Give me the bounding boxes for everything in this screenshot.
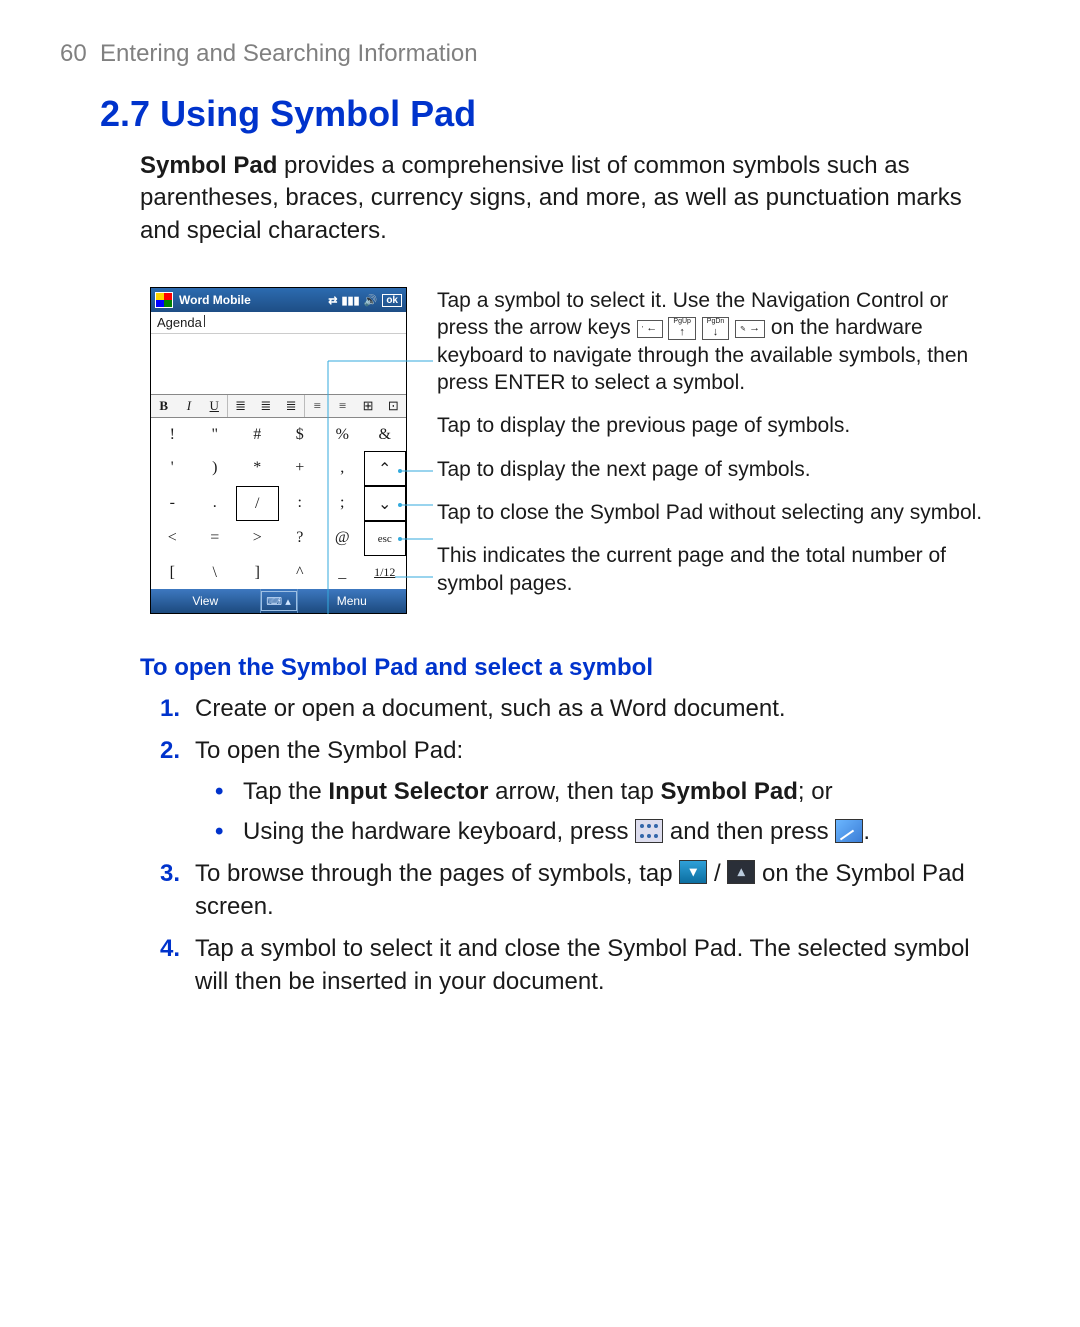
symbol-key[interactable]: \ xyxy=(194,556,237,589)
symbol-key[interactable]: " xyxy=(194,418,237,451)
symbol-key[interactable]: & xyxy=(364,418,407,451)
list-button-2[interactable]: ≡ xyxy=(330,398,355,414)
device-screenshot: Word Mobile ⇄ ▮▮▮ 🔊 ok Agenda B I U ≣ ≣ … xyxy=(150,287,407,614)
callout-page-indicator: This indicates the current page and the … xyxy=(437,542,990,597)
symbol-key[interactable]: < xyxy=(151,521,194,554)
indent-out-button[interactable]: ⊞ xyxy=(355,398,380,414)
align-left-button[interactable]: ≣ xyxy=(228,398,253,414)
app-title: Word Mobile xyxy=(179,293,251,307)
step-num: 1. xyxy=(160,692,180,726)
symbol-grid: ! " # $ % & ' ) * + , ⌃ - . / : ; ⌄ xyxy=(151,418,406,589)
start-icon[interactable] xyxy=(155,292,173,308)
symbol-key[interactable]: ; xyxy=(321,486,364,519)
agenda-field[interactable]: Agenda xyxy=(151,312,406,334)
symbol-key[interactable]: . xyxy=(194,486,237,519)
procedure-heading: To open the Symbol Pad and select a symb… xyxy=(140,654,990,682)
input-selector-button[interactable]: ⌨ ▴ xyxy=(261,591,297,611)
format-toolbar: B I U ≣ ≣ ≣ ≡ ≡ ⊞ ⊡ xyxy=(151,394,406,418)
symbol-key[interactable]: _ xyxy=(321,556,364,589)
symbol-key[interactable]: ] xyxy=(236,556,279,589)
symbol-key[interactable]: ^ xyxy=(279,556,322,589)
intro-paragraph: Symbol Pad provides a comprehensive list… xyxy=(140,150,990,247)
callout-next-page: Tap to display the next page of symbols. xyxy=(437,456,990,483)
softkey-right[interactable]: Menu xyxy=(298,594,407,608)
align-center-button[interactable]: ≣ xyxy=(253,398,278,414)
softkey-left[interactable]: View xyxy=(151,594,260,608)
italic-button[interactable]: I xyxy=(176,398,201,414)
callout-select-symbol: Tap a symbol to select it. Use the Navig… xyxy=(437,287,990,396)
intro-bold: Symbol Pad xyxy=(140,152,277,179)
callout-close-pad: Tap to close the Symbol Pad without sele… xyxy=(437,499,990,526)
speaker-icon: 🔊 xyxy=(364,294,378,307)
page-up-button[interactable]: ⌃ xyxy=(364,451,407,486)
keyboard-icon xyxy=(635,819,663,843)
symbol-key[interactable]: ! xyxy=(151,418,194,451)
step-3: 3. To browse through the pages of symbol… xyxy=(160,857,990,924)
bullet-hardware-keyboard: Using the hardware keyboard, press and t… xyxy=(215,815,990,849)
arrow-pgdn-key: PgDn↓ xyxy=(702,317,730,340)
symbol-key[interactable]: ) xyxy=(194,451,237,484)
page-down-icon: ▾ xyxy=(679,860,707,884)
device-titlebar: Word Mobile ⇄ ▮▮▮ 🔊 ok xyxy=(151,288,406,312)
sync-icon: ⇄ xyxy=(328,294,337,307)
symbol-key[interactable]: + xyxy=(279,451,322,484)
page-number: 60 xyxy=(60,40,87,67)
step-text: Create or open a document, such as a Wor… xyxy=(195,695,786,722)
step-text: To open the Symbol Pad: xyxy=(195,737,463,764)
list-button-1[interactable]: ≡ xyxy=(305,398,330,414)
step-4: 4. Tap a symbol to select it and close t… xyxy=(160,932,990,999)
step2-bullets: Tap the Input Selector arrow, then tap S… xyxy=(215,775,990,848)
symbol-key[interactable]: % xyxy=(321,418,364,451)
section-name: Using Symbol Pad xyxy=(160,93,476,134)
page-up-icon: ▴ xyxy=(727,860,755,884)
symbol-key[interactable]: @ xyxy=(321,521,364,554)
symbol-key[interactable]: : xyxy=(279,486,322,519)
document-area[interactable] xyxy=(151,334,406,394)
indent-in-button[interactable]: ⊡ xyxy=(381,398,406,414)
bold-button[interactable]: B xyxy=(151,398,176,414)
step-text: Tap a symbol to select it and close the … xyxy=(195,935,970,996)
symbol-key[interactable]: = xyxy=(194,521,237,554)
signal-icon: ▮▮▮ xyxy=(341,294,359,307)
arrow-left-key: ' ← xyxy=(637,320,663,338)
callout-column: Tap a symbol to select it. Use the Navig… xyxy=(437,287,990,614)
underline-button[interactable]: U xyxy=(202,398,227,414)
step-num: 3. xyxy=(160,857,180,891)
align-right-button[interactable]: ≣ xyxy=(278,398,303,414)
steps-list: 1. Create or open a document, such as a … xyxy=(160,692,990,999)
section-title: 2.7 Using Symbol Pad xyxy=(100,93,990,135)
device-softkey-bar: View ⌨ ▴ Menu xyxy=(151,589,406,613)
step-1: 1. Create or open a document, such as a … xyxy=(160,692,990,726)
bullet-input-selector: Tap the Input Selector arrow, then tap S… xyxy=(215,775,990,809)
ok-button[interactable]: ok xyxy=(382,294,402,307)
arrow-pgup-key: PgUp↑ xyxy=(668,317,696,340)
symbol-key[interactable]: ' xyxy=(151,451,194,484)
symbol-key[interactable]: ? xyxy=(279,521,322,554)
callout-prev-page: Tap to display the previous page of symb… xyxy=(437,412,990,439)
step-num: 4. xyxy=(160,932,180,966)
page-indicator: 1/12 xyxy=(364,556,407,589)
symbol-key[interactable]: # xyxy=(236,418,279,451)
step-num: 2. xyxy=(160,734,180,768)
symbol-key[interactable]: [ xyxy=(151,556,194,589)
chapter-title: Entering and Searching Information xyxy=(100,40,478,67)
symbol-key[interactable]: * xyxy=(236,451,279,484)
symbol-key[interactable]: , xyxy=(321,451,364,484)
symbol-key-selected[interactable]: / xyxy=(236,486,279,521)
page-down-button[interactable]: ⌄ xyxy=(364,486,407,521)
figure-block: Word Mobile ⇄ ▮▮▮ 🔊 ok Agenda B I U ≣ ≣ … xyxy=(150,287,990,614)
arrow-right-key: ✎ → xyxy=(735,320,765,338)
symbol-key[interactable]: - xyxy=(151,486,194,519)
pen-icon xyxy=(835,819,863,843)
step-2: 2. To open the Symbol Pad: Tap the Input… xyxy=(160,734,990,849)
esc-button[interactable]: esc xyxy=(364,521,407,556)
section-number: 2.7 xyxy=(100,93,150,134)
symbol-key[interactable]: > xyxy=(236,521,279,554)
symbol-key[interactable]: $ xyxy=(279,418,322,451)
page-header: 60 Entering and Searching Information xyxy=(60,40,990,68)
